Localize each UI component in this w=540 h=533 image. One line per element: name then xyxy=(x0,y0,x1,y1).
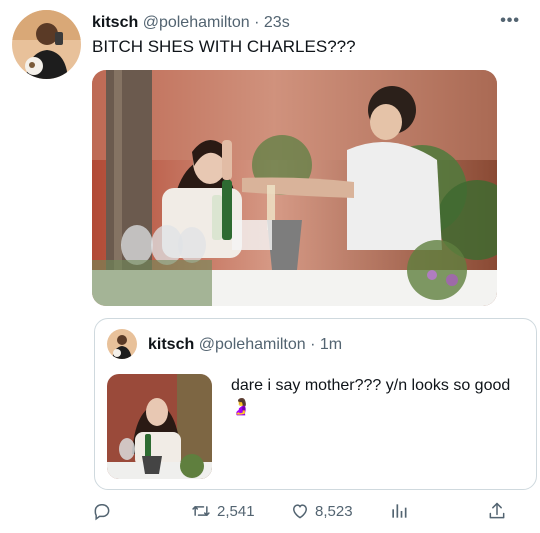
retweet-icon xyxy=(190,501,212,521)
share-button[interactable] xyxy=(487,501,507,521)
heart-icon xyxy=(290,501,310,521)
timestamp[interactable]: 23s xyxy=(264,14,290,31)
separator-dot: · xyxy=(254,14,260,31)
like-count: 8,523 xyxy=(315,502,353,520)
analytics-button[interactable] xyxy=(389,501,409,521)
quoted-separator-dot: · xyxy=(310,336,316,353)
quoted-text-body: dare i say mother??? y/n looks so good xyxy=(231,377,511,394)
tweet-action-bar: 2,541 8,523 xyxy=(0,495,540,531)
reply-icon xyxy=(92,501,112,521)
tweet-header: kitsch @polehamilton · 23s xyxy=(92,14,290,32)
tweet-media-image[interactable] xyxy=(92,70,497,306)
reply-button[interactable] xyxy=(92,501,112,521)
quoted-timestamp[interactable]: 1m xyxy=(320,336,342,353)
retweet-count: 2,541 xyxy=(217,502,255,520)
share-icon xyxy=(487,501,507,521)
like-button[interactable]: 8,523 xyxy=(290,501,353,521)
tweet-text: BITCH SHES WITH CHARLES??? xyxy=(92,37,356,56)
quoted-tweet[interactable]: kitsch @polehamilton · 1m dare i say mot… xyxy=(94,318,537,490)
quoted-avatar[interactable] xyxy=(107,329,137,359)
avatar[interactable] xyxy=(12,10,81,79)
more-dots-icon[interactable]: ••• xyxy=(500,12,520,30)
user-handle[interactable]: @polehamilton xyxy=(143,14,250,31)
analytics-icon xyxy=(389,501,409,521)
quoted-tweet-text: dare i say mother??? y/n looks so good 🤰 xyxy=(231,375,516,419)
quoted-user-handle[interactable]: @polehamilton xyxy=(199,336,306,353)
retweet-button[interactable]: 2,541 xyxy=(190,501,255,521)
display-name[interactable]: kitsch xyxy=(92,14,138,31)
pregnant-emoji: 🤰 xyxy=(231,399,251,416)
quoted-display-name[interactable]: kitsch xyxy=(148,336,194,353)
quoted-header: kitsch @polehamilton · 1m xyxy=(148,336,342,354)
quoted-media-thumbnail[interactable] xyxy=(107,374,212,479)
